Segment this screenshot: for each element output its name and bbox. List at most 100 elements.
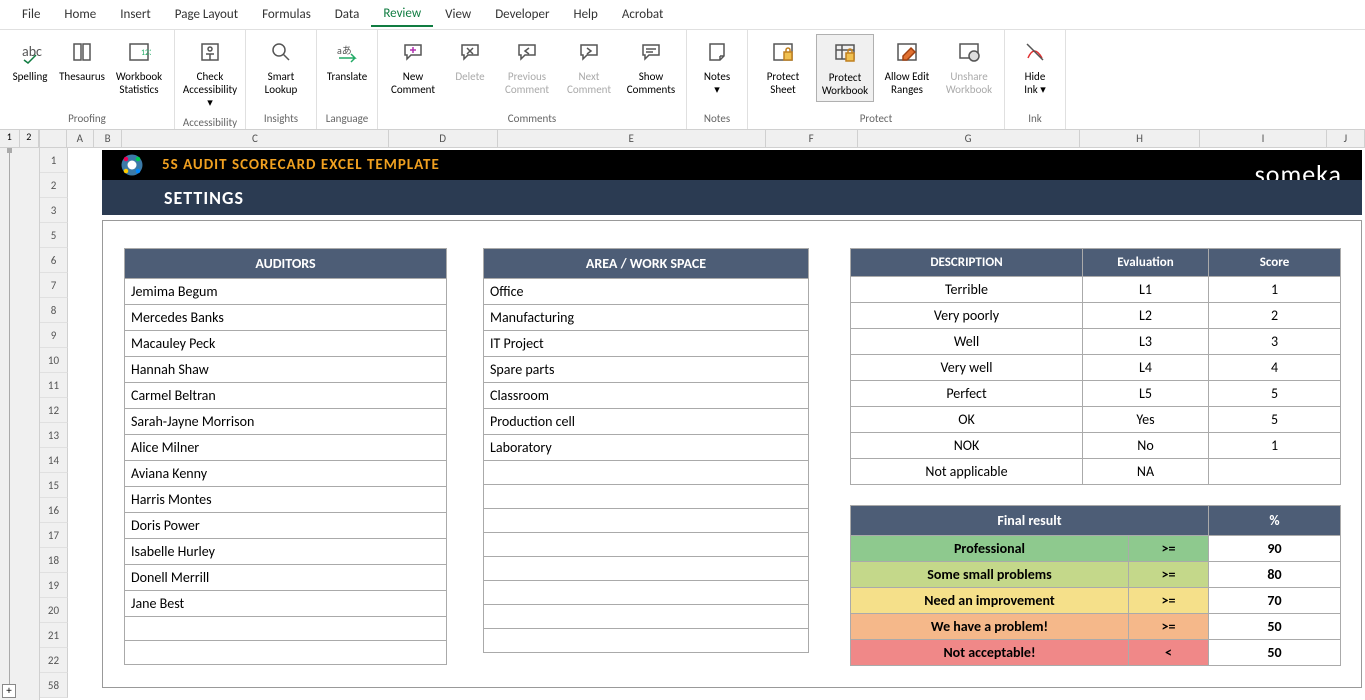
row-header-15[interactable]: 15	[40, 473, 68, 498]
allow-edit-ranges-button[interactable]: Allow EditRanges	[878, 34, 936, 100]
table-cell[interactable]: Laboratory	[484, 435, 809, 461]
outline-level-2[interactable]: 2	[20, 130, 40, 147]
row-header-58[interactable]: 58	[40, 673, 68, 698]
menu-acrobat[interactable]: Acrobat	[610, 3, 676, 26]
table-cell[interactable]: 2	[1209, 303, 1341, 329]
row-header-18[interactable]: 18	[40, 548, 68, 573]
new-comment-button[interactable]: NewComment	[384, 34, 442, 100]
table-cell[interactable]	[484, 605, 809, 629]
table-cell[interactable]: Sarah-Jayne Morrison	[125, 409, 447, 435]
table-cell[interactable]: Spare parts	[484, 357, 809, 383]
final-pct[interactable]: 50	[1209, 614, 1341, 640]
row-header-10[interactable]: 10	[40, 348, 68, 373]
table-cell[interactable]	[484, 557, 809, 581]
table-cell[interactable]: NA	[1083, 459, 1209, 485]
menu-file[interactable]: File	[10, 3, 52, 26]
table-cell[interactable]: Jane Best	[125, 591, 447, 617]
col-header-G[interactable]: G	[858, 130, 1080, 147]
table-cell[interactable]: Production cell	[484, 409, 809, 435]
table-cell[interactable]: NOK	[851, 433, 1083, 459]
final-label[interactable]: Some small problems	[851, 562, 1129, 588]
table-cell[interactable]	[484, 581, 809, 605]
menu-formulas[interactable]: Formulas	[250, 3, 323, 26]
table-cell[interactable]: Isabelle Hurley	[125, 539, 447, 565]
row-header-11[interactable]: 11	[40, 373, 68, 398]
table-cell[interactable]: 4	[1209, 355, 1341, 381]
table-cell[interactable]	[125, 617, 447, 641]
row-header-8[interactable]: 8	[40, 298, 68, 323]
table-cell[interactable]	[125, 641, 447, 665]
spelling-button[interactable]: abcSpelling	[6, 34, 54, 87]
areas-table[interactable]: AREA / WORK SPACE OfficeManufacturingIT …	[483, 248, 809, 653]
row-header-21[interactable]: 21	[40, 623, 68, 648]
final-result-table[interactable]: Final result % Professional>=90Some smal…	[850, 505, 1341, 666]
final-pct[interactable]: 80	[1209, 562, 1341, 588]
table-cell[interactable]: L1	[1083, 277, 1209, 303]
grid[interactable]: ABCDEFGHIJ 12356789101112131415161718192…	[40, 130, 1365, 700]
final-pct[interactable]: 70	[1209, 588, 1341, 614]
table-cell[interactable]: 3	[1209, 329, 1341, 355]
row-header-2[interactable]: 2	[40, 173, 68, 198]
thesaurus-button[interactable]: Thesaurus	[58, 34, 106, 87]
table-cell[interactable]: Harris Montes	[125, 487, 447, 513]
col-header-F[interactable]: F	[766, 130, 858, 147]
evaluation-table[interactable]: DESCRIPTION Evaluation Score TerribleL11…	[850, 248, 1341, 485]
workbook-statistics-button[interactable]: 123WorkbookStatistics	[110, 34, 168, 100]
row-header-16[interactable]: 16	[40, 498, 68, 523]
outline-expand-button[interactable]: +	[2, 684, 16, 698]
smart-lookup-button[interactable]: SmartLookup	[252, 34, 310, 100]
table-cell[interactable]: L5	[1083, 381, 1209, 407]
menu-help[interactable]: Help	[561, 3, 609, 26]
final-label[interactable]: Professional	[851, 536, 1129, 562]
final-op[interactable]: <	[1129, 640, 1209, 666]
final-op[interactable]: >=	[1129, 536, 1209, 562]
row-header-22[interactable]: 22	[40, 648, 68, 673]
col-header-C[interactable]: C	[122, 130, 388, 147]
final-op[interactable]: >=	[1129, 614, 1209, 640]
final-pct[interactable]: 90	[1209, 536, 1341, 562]
table-cell[interactable]: Perfect	[851, 381, 1083, 407]
table-cell[interactable]: IT Project	[484, 331, 809, 357]
row-header-14[interactable]: 14	[40, 448, 68, 473]
table-cell[interactable]	[1209, 459, 1341, 485]
protect-workbook-button[interactable]: ProtectWorkbook	[816, 34, 874, 102]
table-cell[interactable]: Yes	[1083, 407, 1209, 433]
col-header-A[interactable]: A	[67, 130, 94, 147]
row-header-1[interactable]: 1	[40, 148, 68, 173]
table-cell[interactable]	[484, 533, 809, 557]
table-cell[interactable]: OK	[851, 407, 1083, 433]
row-header-20[interactable]: 20	[40, 598, 68, 623]
table-cell[interactable]: L3	[1083, 329, 1209, 355]
table-cell[interactable]: Terrible	[851, 277, 1083, 303]
show-comments-button[interactable]: ShowComments	[622, 34, 680, 100]
menu-data[interactable]: Data	[323, 3, 372, 26]
select-all-corner[interactable]	[40, 130, 67, 147]
row-header-5[interactable]: 5	[40, 223, 68, 248]
col-header-D[interactable]: D	[389, 130, 498, 147]
table-cell[interactable]: 5	[1209, 407, 1341, 433]
row-header-9[interactable]: 9	[40, 323, 68, 348]
final-op[interactable]: >=	[1129, 562, 1209, 588]
menu-view[interactable]: View	[433, 3, 483, 26]
table-cell[interactable]	[484, 629, 809, 653]
row-header-3[interactable]: 3	[40, 198, 68, 223]
col-header-I[interactable]: I	[1200, 130, 1326, 147]
col-header-E[interactable]: E	[498, 130, 766, 147]
final-op[interactable]: >=	[1129, 588, 1209, 614]
col-header-B[interactable]: B	[94, 130, 123, 147]
menu-review[interactable]: Review	[371, 2, 433, 27]
col-header-H[interactable]: H	[1080, 130, 1201, 147]
row-header-12[interactable]: 12	[40, 398, 68, 423]
menu-home[interactable]: Home	[52, 3, 108, 26]
table-cell[interactable]: Classroom	[484, 383, 809, 409]
hide-ink-button[interactable]: HideInk ▾	[1011, 34, 1059, 100]
table-cell[interactable]: Doris Power	[125, 513, 447, 539]
table-cell[interactable]: Jemima Begum	[125, 279, 447, 305]
table-cell[interactable]	[484, 461, 809, 485]
menu-insert[interactable]: Insert	[108, 3, 163, 26]
table-cell[interactable]: Very poorly	[851, 303, 1083, 329]
final-label[interactable]: Not acceptable!	[851, 640, 1129, 666]
check-accessibility-button[interactable]: CheckAccessibility ▾	[181, 34, 239, 114]
table-cell[interactable]: Aviana Kenny	[125, 461, 447, 487]
final-pct[interactable]: 50	[1209, 640, 1341, 666]
